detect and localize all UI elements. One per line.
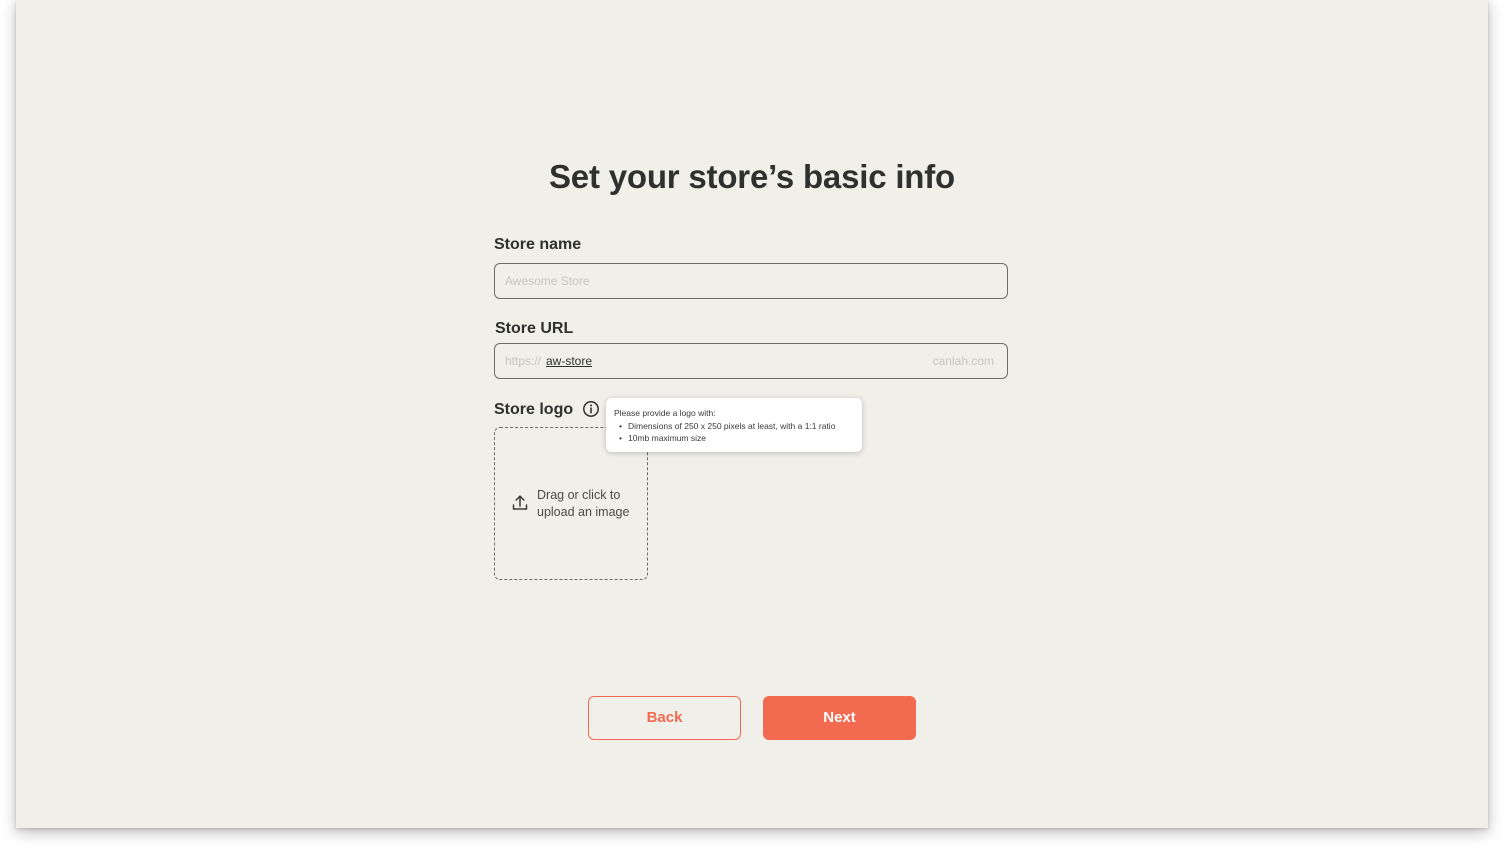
store-name-input[interactable] xyxy=(505,264,995,298)
next-button[interactable]: Next xyxy=(763,696,916,740)
logo-requirements-tooltip: Please provide a logo with: Dimensions o… xyxy=(606,398,862,452)
tooltip-list: Dimensions of 250 x 250 pixels at least,… xyxy=(614,420,854,445)
upload-icon xyxy=(511,494,529,512)
dropzone-text: Drag or click to upload an image xyxy=(537,487,637,521)
store-url-prefix: https:// xyxy=(505,354,542,368)
tooltip-item: Dimensions of 250 x 250 pixels at least,… xyxy=(619,420,854,433)
dropzone-line-2: upload an image xyxy=(537,505,630,519)
tooltip-item: 10mb maximum size xyxy=(619,432,854,445)
store-url-domain: canlah.com xyxy=(932,354,994,368)
page-title: Set your store’s basic info xyxy=(549,158,955,195)
store-url-label: Store URL xyxy=(495,320,574,337)
store-url-slug[interactable]: aw-store xyxy=(546,354,592,368)
back-button[interactable]: Back xyxy=(588,696,741,740)
info-circle-icon[interactable] xyxy=(582,400,600,418)
tooltip-intro: Please provide a logo with: xyxy=(614,408,716,418)
dropzone-line-1: Drag or click to xyxy=(537,488,621,502)
store-url-field[interactable]: https:// aw-store canlah.com xyxy=(494,343,1008,379)
store-name-field xyxy=(494,263,1008,299)
app-window: Set your store’s basic info Store name S… xyxy=(16,0,1488,828)
store-logo-label: Store logo xyxy=(494,401,574,418)
store-name-label: Store name xyxy=(494,236,582,253)
